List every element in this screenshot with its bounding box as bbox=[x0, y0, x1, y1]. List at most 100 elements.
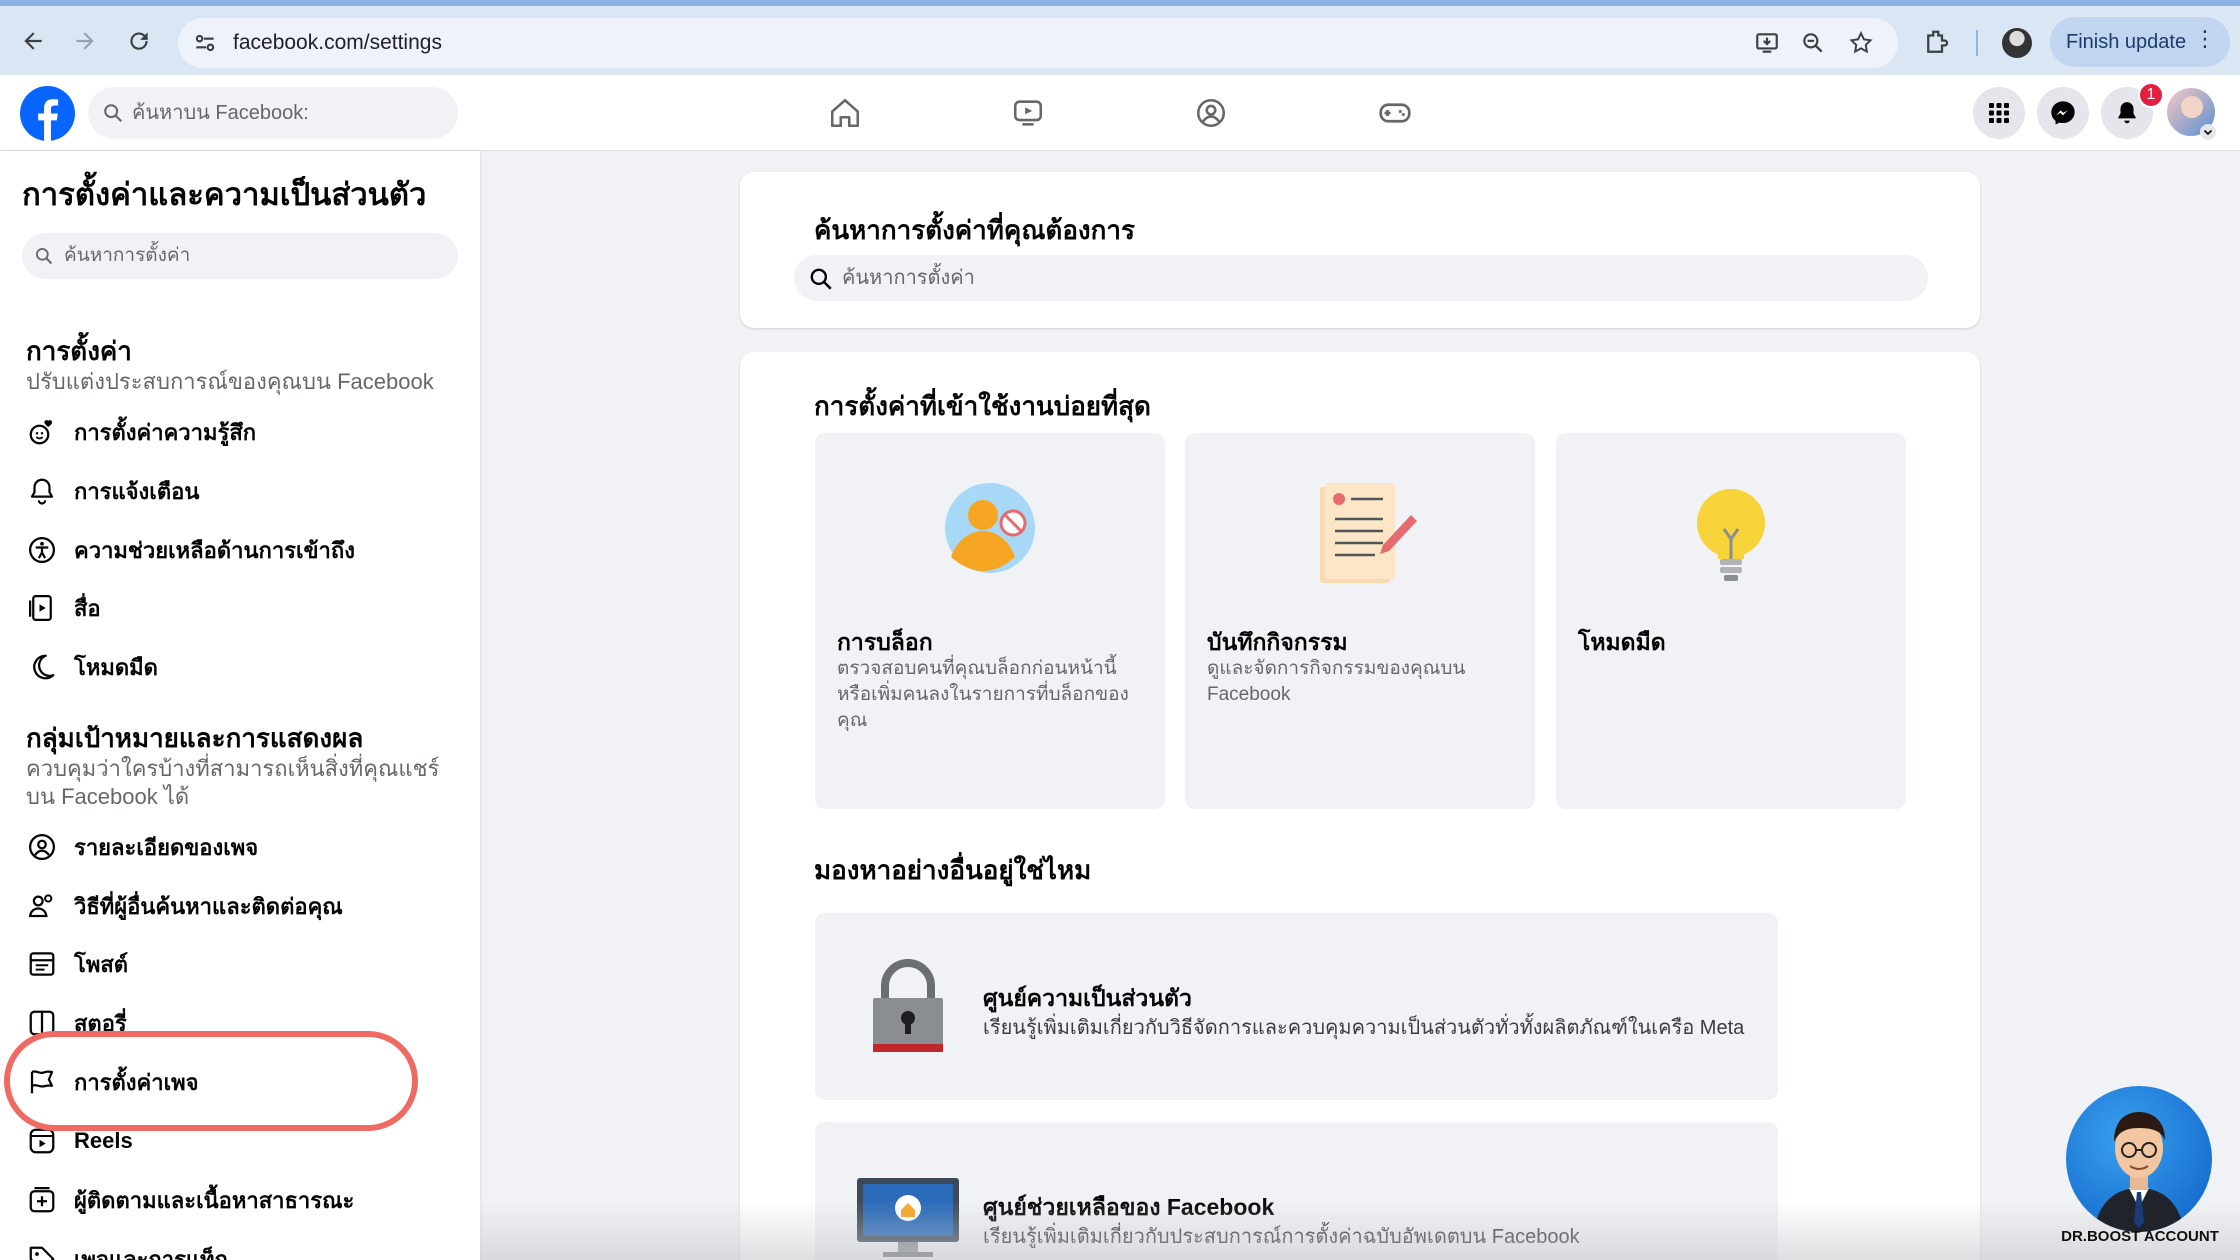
sidebar-item-label: วิธีที่ผู้อื่นค้นหาและติดต่อคุณ bbox=[74, 893, 343, 919]
section-settings-desc: ปรับแต่งประสบการณ์ของคุณบน Facebook bbox=[26, 369, 434, 394]
avatar-face-shape bbox=[2181, 96, 2203, 118]
menu-grid-icon[interactable] bbox=[1973, 87, 2025, 139]
extensions-icon[interactable] bbox=[1922, 28, 1952, 58]
facebook-logo-icon[interactable] bbox=[20, 86, 75, 141]
section-settings-title: การตั้งค่า bbox=[26, 336, 132, 366]
monitor-help-icon bbox=[853, 1162, 963, 1260]
sidebar-item-label: รายละเอียดของเพจ bbox=[74, 834, 259, 860]
notification-badge: 1 bbox=[2138, 82, 2164, 108]
tile-desc: ดูและจัดการกิจกรรมของคุณบน Facebook bbox=[1207, 658, 1466, 705]
sidebar-title: การตั้งค่าและความเป็นส่วนตัว bbox=[22, 177, 427, 212]
tile-desc: ตรวจสอบคนที่คุณบล็อกก่อนหน้านี้ หรือเพิ่… bbox=[837, 658, 1129, 731]
row-desc: เรียนรู้เพิ่มเติมเกี่ยวกับประสบการณ์การต… bbox=[983, 1226, 1580, 1248]
section-audience-title: กลุ่มเป้าหมายและการแสดงผล bbox=[26, 723, 364, 753]
sidebar-item-label: การแจ้งเตือน bbox=[74, 478, 200, 504]
toolbar-divider bbox=[1976, 30, 1978, 56]
tile-dark-mode[interactable]: โหมดมืด bbox=[1556, 433, 1906, 809]
sidebar-search-input[interactable] bbox=[64, 233, 444, 279]
browser-toolbar: facebook.com/settings Finish update ⋮ bbox=[0, 0, 2240, 75]
reload-icon[interactable] bbox=[122, 24, 156, 58]
sidebar-item-notifications[interactable]: การแจ้งเตือน bbox=[24, 466, 454, 516]
sidebar-item-dark-mode[interactable]: โหมดมืด bbox=[24, 642, 454, 692]
sidebar-item-label: การตั้งค่าเพจ bbox=[74, 1069, 199, 1095]
sidebar-item-label: โหมดมืด bbox=[74, 654, 158, 680]
lightbulb-icon bbox=[1556, 473, 1906, 603]
groups-icon[interactable] bbox=[1191, 93, 1231, 133]
sidebar-item-label: Reels bbox=[74, 1128, 133, 1153]
people-icon bbox=[24, 888, 60, 924]
sidebar-item-tagging[interactable]: เพจและการแท็ก bbox=[24, 1234, 454, 1260]
profile-icon bbox=[24, 829, 60, 865]
main-settings-search-input[interactable] bbox=[842, 255, 1912, 301]
sidebar-item-label: สื่อ bbox=[74, 595, 101, 621]
sidebar-item-label: สตอรี่ bbox=[74, 1010, 127, 1036]
facebook-search[interactable] bbox=[88, 87, 458, 139]
messenger-icon[interactable] bbox=[2037, 87, 2089, 139]
sidebar-item-label: ความช่วยเหลือด้านการเข้าถึง bbox=[74, 537, 355, 563]
home-icon[interactable] bbox=[825, 93, 865, 133]
sidebar-item-page-details[interactable]: รายละเอียดของเพจ bbox=[24, 822, 454, 872]
sidebar-item-accessibility[interactable]: ความช่วยเหลือด้านการเข้าถึง bbox=[24, 525, 454, 575]
search-card-title: ค้นหาการตั้งค่าที่คุณต้องการ bbox=[814, 215, 1135, 245]
finish-update-label: Finish update bbox=[2066, 30, 2187, 53]
zoom-icon[interactable] bbox=[1800, 30, 1826, 56]
sidebar-item-label: เพจและการแท็ก bbox=[74, 1246, 228, 1260]
tile-blocking[interactable]: การบล็อก ตรวจสอบคนที่คุณบล็อกก่อนหน้านี้… bbox=[815, 433, 1165, 809]
sidebar-item-label: โพสต์ bbox=[74, 951, 129, 977]
search-icon bbox=[104, 104, 123, 123]
row-help-center[interactable]: ศูนย์ช่วยเหลือของ Facebook เรียนรู้เพิ่ม… bbox=[815, 1122, 1778, 1260]
moon-icon bbox=[24, 649, 60, 685]
followers-icon bbox=[24, 1182, 60, 1218]
sidebar-item-stories[interactable]: สตอรี่ bbox=[24, 998, 454, 1048]
facebook-header bbox=[0, 75, 2240, 151]
address-bar[interactable]: facebook.com/settings bbox=[178, 18, 1898, 68]
blocking-illustration-icon bbox=[815, 473, 1165, 603]
section-audience-desc: ควบคุมว่าใครบ้างที่สามารถเห็นสิ่งที่คุณแ… bbox=[26, 756, 440, 809]
accessibility-icon bbox=[24, 532, 60, 568]
stories-icon bbox=[24, 1005, 60, 1041]
tile-title: โหมดมืด bbox=[1578, 629, 1666, 655]
main-settings-search[interactable] bbox=[794, 255, 1928, 301]
sidebar-item-reactions[interactable]: การตั้งค่าความรู้สึก bbox=[24, 407, 454, 457]
sidebar-item-followers[interactable]: ผู้ติดตามและเนื้อหาสาธารณะ bbox=[24, 1175, 454, 1225]
facebook-search-input[interactable] bbox=[132, 87, 442, 139]
flag-icon bbox=[24, 1064, 60, 1100]
sidebar-item-media[interactable]: สื่อ bbox=[24, 583, 454, 633]
sidebar-item-reels[interactable]: Reels bbox=[24, 1116, 454, 1166]
sidebar-item-posts[interactable]: โพสต์ bbox=[24, 939, 454, 989]
watermark-logo-icon bbox=[2066, 1086, 2212, 1232]
posts-icon bbox=[24, 946, 60, 982]
tile-activity-log[interactable]: บันทึกกิจกรรม ดูและจัดการกิจกรรมของคุณบน… bbox=[1185, 433, 1535, 809]
padlock-icon bbox=[853, 953, 963, 1063]
sidebar-item-page-settings[interactable]: การตั้งค่าเพจ bbox=[24, 1057, 454, 1107]
sidebar-item-label: การตั้งค่าความรู้สึก bbox=[74, 419, 257, 445]
watermark-text: DR.BOOST ACCOUNT bbox=[2061, 1228, 2219, 1245]
media-icon bbox=[24, 590, 60, 626]
site-settings-icon[interactable] bbox=[192, 30, 218, 56]
more-title: มองหาอย่างอื่นอยู่ใช่ไหม bbox=[814, 855, 1092, 885]
frequent-title: การตั้งค่าที่เข้าใช้งานบ่อยที่สุด bbox=[814, 391, 1151, 421]
settings-sidebar: การตั้งค่าและความเป็นส่วนตัว การตั้งค่า … bbox=[0, 151, 480, 1260]
row-desc: เรียนรู้เพิ่มเติมเกี่ยวกับวิธีจัดการและค… bbox=[983, 1017, 1745, 1039]
row-privacy-center[interactable]: ศูนย์ความเป็นส่วนตัว เรียนรู้เพิ่มเติมเก… bbox=[815, 913, 1778, 1100]
bell-icon bbox=[24, 473, 60, 509]
url-text[interactable]: facebook.com/settings bbox=[233, 31, 442, 55]
finish-update-button[interactable]: Finish update ⋮ bbox=[2050, 17, 2230, 67]
gaming-icon[interactable] bbox=[1375, 93, 1415, 133]
profile-avatar-icon[interactable] bbox=[2002, 28, 2032, 58]
install-icon[interactable] bbox=[1754, 30, 1780, 56]
back-icon[interactable] bbox=[16, 24, 50, 58]
activity-log-illustration-icon bbox=[1185, 473, 1535, 603]
sidebar-item-find-contact[interactable]: วิธีที่ผู้อื่นค้นหาและติดต่อคุณ bbox=[24, 881, 454, 931]
chevron-down-icon[interactable] bbox=[2200, 124, 2216, 140]
settings-search-card: ค้นหาการตั้งค่าที่คุณต้องการ bbox=[740, 172, 1980, 328]
sidebar-item-label: ผู้ติดตามและเนื้อหาสาธารณะ bbox=[74, 1187, 355, 1213]
reactions-icon bbox=[24, 414, 60, 450]
forward-icon[interactable] bbox=[68, 24, 102, 58]
search-icon bbox=[36, 248, 53, 265]
bookmark-star-icon[interactable] bbox=[1848, 30, 1874, 56]
sidebar-search[interactable] bbox=[22, 233, 458, 279]
watch-icon[interactable] bbox=[1008, 93, 1048, 133]
menu-dots-icon: ⋮ bbox=[2194, 26, 2216, 51]
tag-icon bbox=[24, 1241, 60, 1260]
